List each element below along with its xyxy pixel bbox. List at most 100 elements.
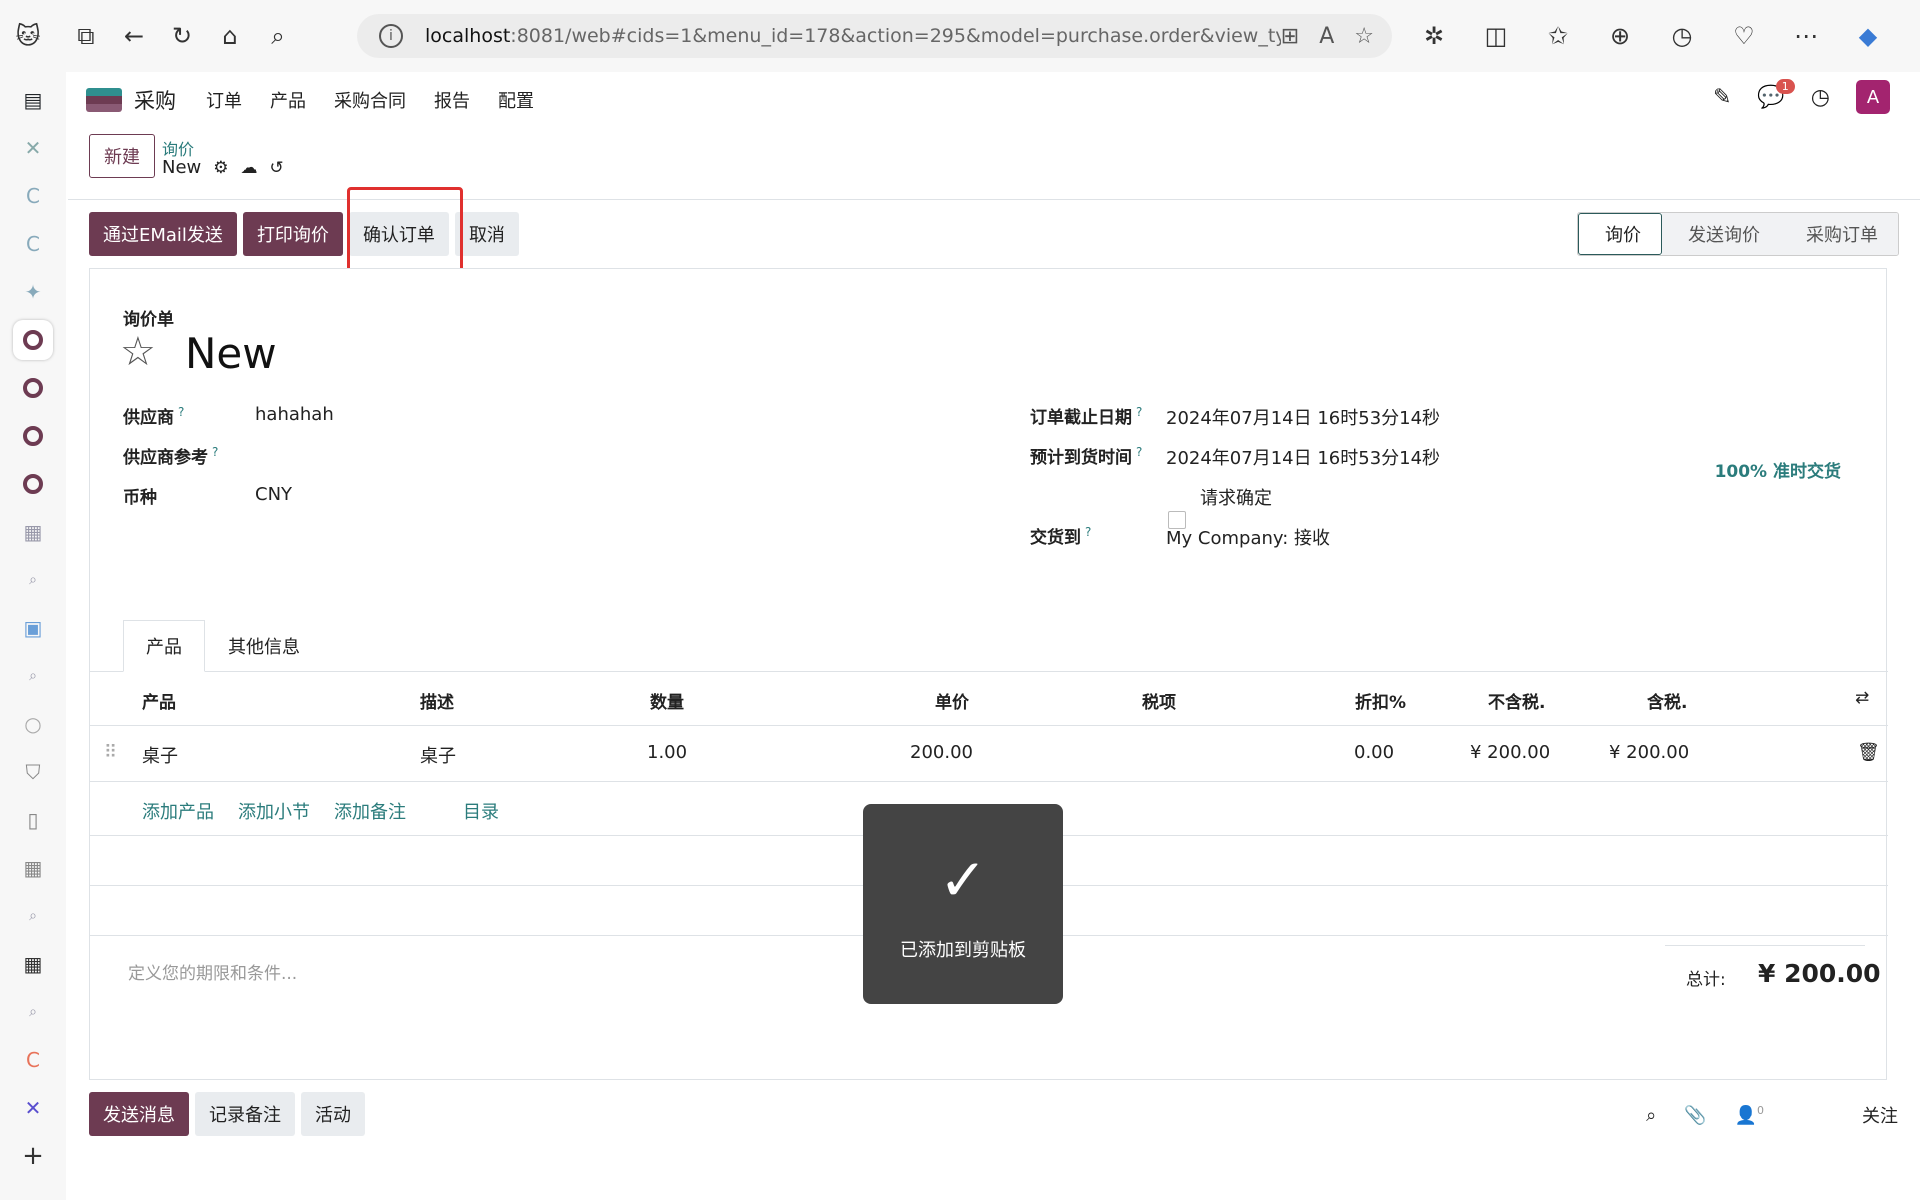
menu-config[interactable]: 配置 [498,87,534,113]
send-message-button[interactable]: 发送消息 [89,1092,189,1136]
user-avatar[interactable]: A [1856,80,1890,114]
gear-icon[interactable]: ⚙ [213,158,228,178]
favorites-icon[interactable]: ✩ [1534,12,1582,60]
discard-icon[interactable]: ↺ [270,158,284,178]
extensions-icon[interactable]: ✲ [1410,12,1458,60]
read-aloud-icon[interactable]: A [1319,24,1334,49]
refresh-icon[interactable]: ↻ [158,12,206,60]
stage-rfq[interactable]: 询价 [1578,213,1662,255]
address-bar[interactable]: i localhost:8081/web#cids=1&menu_id=178&… [357,14,1392,58]
catalog-link[interactable]: 目录 [463,798,499,824]
calendar-tab-icon[interactable]: ▦ [13,848,53,888]
col-price[interactable]: 单价 [935,688,969,713]
site-info-icon[interactable]: i [379,24,403,48]
menu-contracts[interactable]: 采购合同 [334,87,406,113]
add-section-link[interactable]: 添加小节 [238,798,310,824]
drag-handle-icon[interactable]: ⠿ [104,742,117,763]
sidebar-toggle-icon[interactable]: ▤ [13,80,53,120]
edit-note-icon[interactable]: ✎ [1713,85,1731,110]
c-app-icon[interactable]: C [13,176,53,216]
app-available-icon[interactable]: ⊞ [1281,24,1299,49]
col-total[interactable]: 含税. [1647,688,1687,713]
history-icon[interactable]: ◷ [1658,12,1706,60]
profile-avatar-icon[interactable]: 🐱 [4,12,52,60]
arrival-field[interactable]: 2024年07月14日 16时53分14秒 [1166,444,1440,470]
clock-icon[interactable]: ◷ [1811,85,1830,110]
followers-icon[interactable]: 👤0 [1735,1104,1764,1126]
c-orange-tab-icon[interactable]: C [13,1040,53,1080]
follow-button[interactable]: 关注 [1862,1102,1898,1128]
odoo-tab-icon-4[interactable] [13,464,53,504]
c-app-icon-2[interactable]: C [13,224,53,264]
collections-icon[interactable]: ⊕ [1596,12,1644,60]
app-name[interactable]: 采购 [134,85,176,115]
circle-tab-icon[interactable]: ○ [13,704,53,744]
cell-description[interactable]: 桌子 [420,742,456,768]
x-app-icon[interactable]: ✕ [13,128,53,168]
log-note-button[interactable]: 记录备注 [195,1092,295,1136]
deadline-field[interactable]: 2024年07月14日 16时53分14秒 [1166,404,1440,430]
search-tab-icon-2[interactable]: ⌕ [13,656,53,696]
add-product-link[interactable]: 添加产品 [142,798,214,824]
workspaces-icon[interactable]: ⧉ [62,12,110,60]
tab-other-info[interactable]: 其他信息 [205,620,323,672]
odoo-tab-icon-3[interactable] [13,416,53,456]
table-row[interactable]: ⠿ 桌子 桌子 1.00 200.00 0.00 ¥ 200.00 ¥ 200.… [90,726,1888,782]
new-button[interactable]: 新建 [89,134,155,178]
back-icon[interactable]: ← [110,12,158,60]
calendar-icon[interactable]: ▦ [13,512,53,552]
x-purple-tab-icon[interactable]: ✕ [13,1088,53,1128]
search-tab-icon[interactable]: ⌕ [13,560,53,600]
on-time-rate[interactable]: 100% 准时交货 [1715,457,1841,482]
vendor-ref-field[interactable] [255,444,855,468]
print-rfq-button[interactable]: 打印询价 [242,212,343,256]
trash-icon[interactable]: 🗑 [1857,742,1880,763]
col-discount[interactable]: 折扣% [1355,688,1406,713]
cell-price[interactable]: 200.00 [910,742,973,763]
home-icon[interactable]: ⌂ [206,12,254,60]
cell-qty[interactable]: 1.00 [647,742,687,763]
chat-icon[interactable]: 💬 1 [1757,78,1795,110]
cancel-button[interactable]: 取消 [454,212,519,256]
send-email-button[interactable]: 通过EMail发送 [89,212,237,256]
sparkle-icon[interactable]: ✦ [13,272,53,312]
odoo-tab-icon-2[interactable] [13,368,53,408]
copilot-icon[interactable]: ◆ [1844,12,1892,60]
attachment-icon[interactable]: 📎 [1684,1105,1706,1126]
col-description[interactable]: 描述 [420,688,454,713]
menu-reports[interactable]: 报告 [434,87,470,113]
menu-orders[interactable]: 订单 [206,87,242,113]
star-icon[interactable]: ☆ [120,329,156,375]
shield-tab-icon[interactable]: ⛉ [13,752,53,792]
favorite-star-icon[interactable]: ☆ [1354,24,1374,49]
document-tab-icon[interactable]: ▯ [13,800,53,840]
add-note-link[interactable]: 添加备注 [334,798,406,824]
cell-discount[interactable]: 0.00 [1354,742,1394,763]
app-logo-icon[interactable] [86,88,122,112]
menu-products[interactable]: 产品 [270,87,306,113]
add-tab-icon[interactable]: + [13,1136,53,1176]
stage-rfq-sent[interactable]: 发送询价 [1662,213,1780,255]
stage-purchase-order[interactable]: 采购订单 [1780,213,1898,255]
search-tab-icon-3[interactable]: ⌕ [13,896,53,936]
split-screen-icon[interactable]: ◫ [1472,12,1520,60]
more-options-icon[interactable]: ⋯ [1782,12,1830,60]
cell-product[interactable]: 桌子 [142,742,178,768]
activity-button[interactable]: 活动 [301,1092,365,1136]
cloud-save-icon[interactable]: ☁ [241,158,258,178]
column-settings-icon[interactable]: ⇄ [1855,688,1869,708]
search-tab-icon-4[interactable]: ⌕ [13,992,53,1032]
search-icon[interactable]: ⌕ [254,12,302,60]
col-tax[interactable]: 税项 [1142,688,1176,713]
vendor-field[interactable]: hahahah [255,404,334,425]
currency-field[interactable]: CNY [255,484,292,505]
odoo-tab-icon[interactable] [13,320,53,360]
calendar-tab-icon-2[interactable]: ▦ [13,944,53,984]
search-messages-icon[interactable]: ⌕ [1646,1105,1656,1126]
col-subtotal[interactable]: 不含税. [1488,688,1545,713]
tab-products[interactable]: 产品 [123,620,205,672]
browser-essentials-icon[interactable]: ♡ [1720,12,1768,60]
terms-input[interactable]: 定义您的期限和条件... [128,959,297,984]
deliver-to-field[interactable]: My Company: 接收 [1166,524,1330,550]
col-qty[interactable]: 数量 [650,688,684,713]
